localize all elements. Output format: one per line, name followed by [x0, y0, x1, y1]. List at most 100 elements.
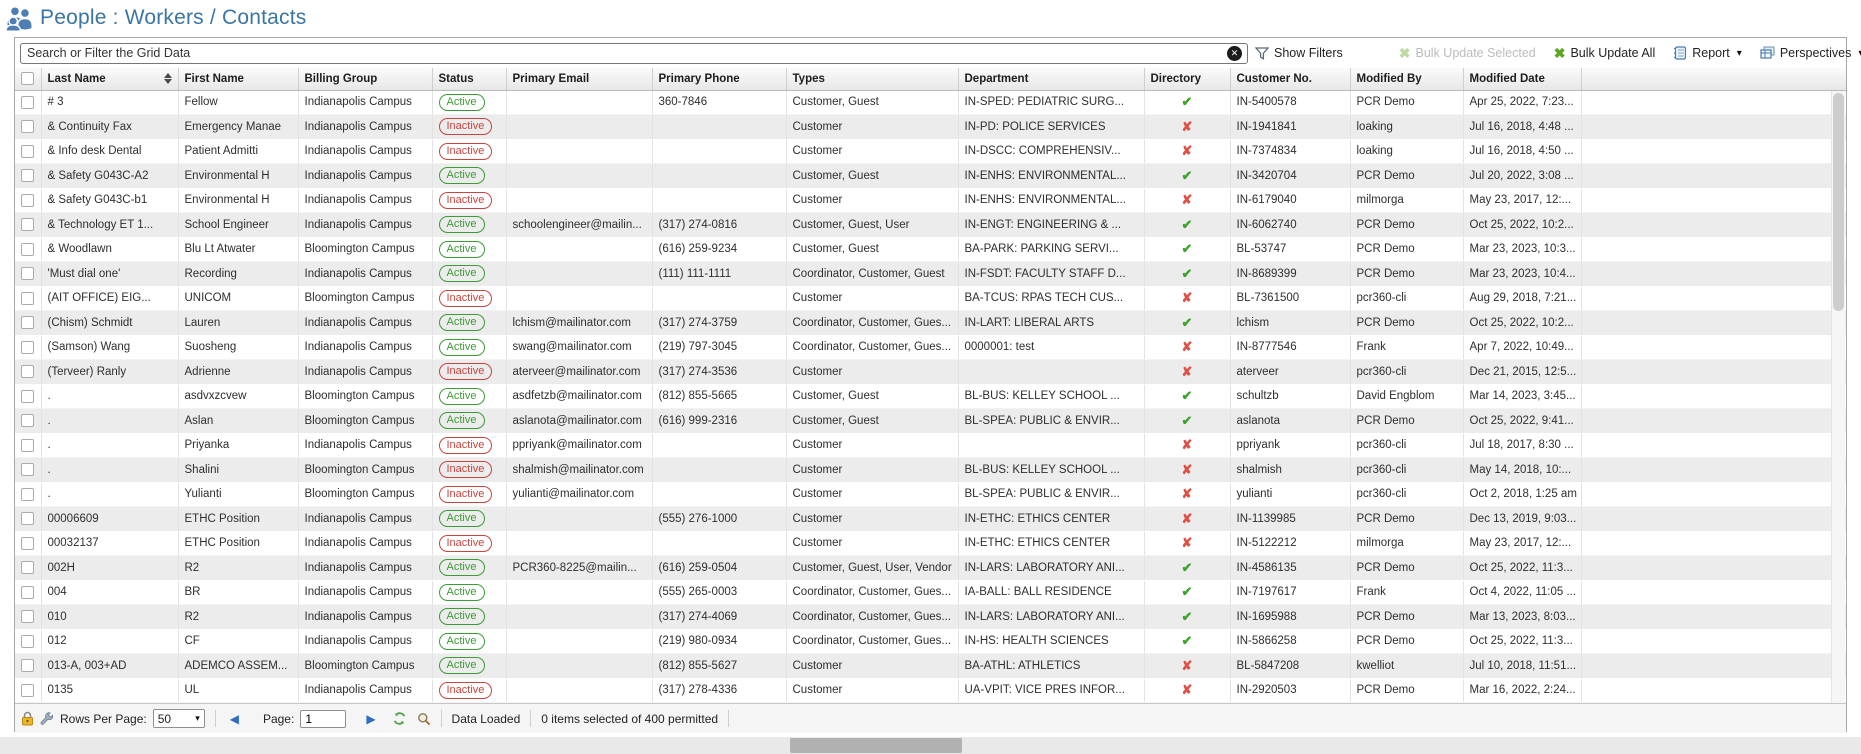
clear-search-icon[interactable]: ✕: [1227, 46, 1242, 61]
row-checkbox[interactable]: [21, 512, 34, 525]
clear-x-glyph: ✕: [1231, 48, 1239, 58]
cell-last-name: 00006609: [41, 507, 178, 532]
col-header-last-name[interactable]: Last Name: [41, 68, 178, 90]
cell-types: Coordinator, Customer, Gues...: [786, 580, 958, 605]
row-checkbox[interactable]: [21, 635, 34, 648]
row-checkbox[interactable]: [21, 267, 34, 280]
horizontal-scrollbar[interactable]: [0, 737, 1861, 754]
table-row[interactable]: & Safety G043C-b1 Environmental H Indian…: [15, 188, 1846, 213]
row-checkbox[interactable]: [21, 341, 34, 354]
table-row[interactable]: & Woodlawn Blu Lt Atwater Bloomington Ca…: [15, 237, 1846, 262]
prev-page-button[interactable]: ◀: [226, 712, 243, 726]
status-badge: Active: [439, 216, 485, 233]
rows-per-page-select[interactable]: 50 ▾: [153, 709, 205, 728]
status-badge: Active: [439, 314, 485, 331]
col-header-types[interactable]: Types: [786, 68, 958, 90]
col-header-customer-no[interactable]: Customer No.: [1230, 68, 1350, 90]
table-row[interactable]: . Yulianti Bloomington Campus Inactive y…: [15, 482, 1846, 507]
table-row[interactable]: 00006609 ETHC Position Indianapolis Camp…: [15, 507, 1846, 532]
report-button[interactable]: Report ▾: [1666, 41, 1749, 65]
table-row[interactable]: (AIT OFFICE) EIG... UNICOM Bloomington C…: [15, 286, 1846, 311]
row-checkbox[interactable]: [21, 292, 34, 305]
cell-modified-by: PCR Demo: [1350, 556, 1463, 581]
row-checkbox[interactable]: [21, 120, 34, 133]
row-checkbox[interactable]: [21, 488, 34, 501]
table-row[interactable]: . Aslan Bloomington Campus Active aslano…: [15, 409, 1846, 434]
row-checkbox[interactable]: [21, 586, 34, 599]
cell-filler: [1581, 286, 1846, 311]
table-row[interactable]: # 3 Fellow Indianapolis Campus Active 36…: [15, 90, 1846, 115]
next-page-button[interactable]: ▶: [362, 712, 379, 726]
table-row[interactable]: 010 R2 Indianapolis Campus Active (317) …: [15, 605, 1846, 630]
table-row[interactable]: 0135 UL Indianapolis Campus Inactive (31…: [15, 678, 1846, 703]
table-row[interactable]: 012 CF Indianapolis Campus Active (219) …: [15, 629, 1846, 654]
cell-modified-by: Frank: [1350, 335, 1463, 360]
vertical-scrollbar[interactable]: [1831, 91, 1845, 703]
page-number-input[interactable]: [300, 710, 346, 728]
col-header-billing-group[interactable]: Billing Group: [298, 68, 432, 90]
table-row[interactable]: & Technology ET 1... School Engineer Ind…: [15, 213, 1846, 238]
row-checkbox[interactable]: [21, 145, 34, 158]
report-label: Report: [1692, 46, 1730, 60]
table-row[interactable]: 002H R2 Indianapolis Campus Active PCR36…: [15, 556, 1846, 581]
row-checkbox[interactable]: [21, 96, 34, 109]
zoom-search-button[interactable]: [417, 712, 431, 726]
cell-modified-date: May 14, 2018, 10:...: [1463, 458, 1581, 483]
row-checkbox[interactable]: [21, 439, 34, 452]
row-checkbox[interactable]: [21, 169, 34, 182]
table-row[interactable]: . Shalini Bloomington Campus Inactive sh…: [15, 458, 1846, 483]
col-header-modified-by[interactable]: Modified By: [1350, 68, 1463, 90]
table-row[interactable]: 013-A, 003+AD ADEMCO ASSEM... Bloomingto…: [15, 654, 1846, 679]
perspectives-button[interactable]: Perspectives ▾: [1753, 41, 1861, 65]
table-row[interactable]: (Terveer) Ranly Adrienne Indianapolis Ca…: [15, 360, 1846, 385]
col-header-status[interactable]: Status: [432, 68, 506, 90]
row-checkbox[interactable]: [21, 537, 34, 550]
row-checkbox[interactable]: [21, 218, 34, 231]
table-row[interactable]: 00032137 ETHC Position Indianapolis Camp…: [15, 531, 1846, 556]
bulk-update-selected-button[interactable]: ✖ Bulk Update Selected: [1392, 41, 1543, 65]
cell-billing-group: Bloomington Campus: [298, 237, 432, 262]
table-row[interactable]: . asdvxzcvew Bloomington Campus Active a…: [15, 384, 1846, 409]
select-all-checkbox[interactable]: [21, 72, 34, 85]
table-row[interactable]: 004 BR Indianapolis Campus Active (555) …: [15, 580, 1846, 605]
col-header-primary-phone[interactable]: Primary Phone: [652, 68, 786, 90]
cell-primary-email: [506, 262, 652, 287]
table-row[interactable]: & Info desk Dental Patient Admitti India…: [15, 139, 1846, 164]
col-header-first-name[interactable]: First Name: [178, 68, 298, 90]
wrench-icon[interactable]: [40, 712, 54, 726]
col-header-primary-email[interactable]: Primary Email: [506, 68, 652, 90]
cell-last-name: .: [41, 384, 178, 409]
row-checkbox[interactable]: [21, 610, 34, 623]
row-checkbox[interactable]: [21, 659, 34, 672]
bulk-update-all-button[interactable]: ✖ Bulk Update All: [1547, 41, 1663, 65]
horizontal-scrollbar-thumb[interactable]: [790, 738, 962, 753]
show-filters-button[interactable]: Show Filters: [1248, 41, 1350, 65]
directory-icon: ✘: [1182, 364, 1193, 379]
row-checkbox[interactable]: [21, 194, 34, 207]
table-row[interactable]: . Priyanka Indianapolis Campus Inactive …: [15, 433, 1846, 458]
row-checkbox[interactable]: [21, 463, 34, 476]
cell-primary-phone: 360-7846: [652, 90, 786, 115]
directory-icon: ✔: [1182, 315, 1193, 330]
col-header-directory[interactable]: Directory: [1144, 68, 1230, 90]
row-checkbox[interactable]: [21, 561, 34, 574]
row-checkbox[interactable]: [21, 390, 34, 403]
table-row[interactable]: & Safety G043C-A2 Environmental H Indian…: [15, 164, 1846, 189]
search-input[interactable]: [20, 43, 1248, 64]
row-checkbox[interactable]: [21, 243, 34, 256]
row-checkbox[interactable]: [21, 684, 34, 697]
table-row[interactable]: 'Must dial one' Recording Indianapolis C…: [15, 262, 1846, 287]
col-header-modified-date[interactable]: Modified Date: [1463, 68, 1581, 90]
vertical-scrollbar-thumb[interactable]: [1833, 93, 1844, 311]
row-checkbox[interactable]: [21, 414, 34, 427]
table-row[interactable]: (Samson) Wang Suosheng Indianapolis Camp…: [15, 335, 1846, 360]
table-row[interactable]: & Continuity Fax Emergency Manae Indiana…: [15, 115, 1846, 140]
cell-primary-email: shalmish@mailinator.com: [506, 458, 652, 483]
row-checkbox[interactable]: [21, 365, 34, 378]
table-row[interactable]: (Chism) Schmidt Lauren Indianapolis Camp…: [15, 311, 1846, 336]
cell-types: Customer: [786, 115, 958, 140]
cell-primary-phone: (317) 278-4336: [652, 678, 786, 703]
col-header-department[interactable]: Department: [958, 68, 1144, 90]
refresh-button[interactable]: [392, 711, 407, 726]
row-checkbox[interactable]: [21, 316, 34, 329]
